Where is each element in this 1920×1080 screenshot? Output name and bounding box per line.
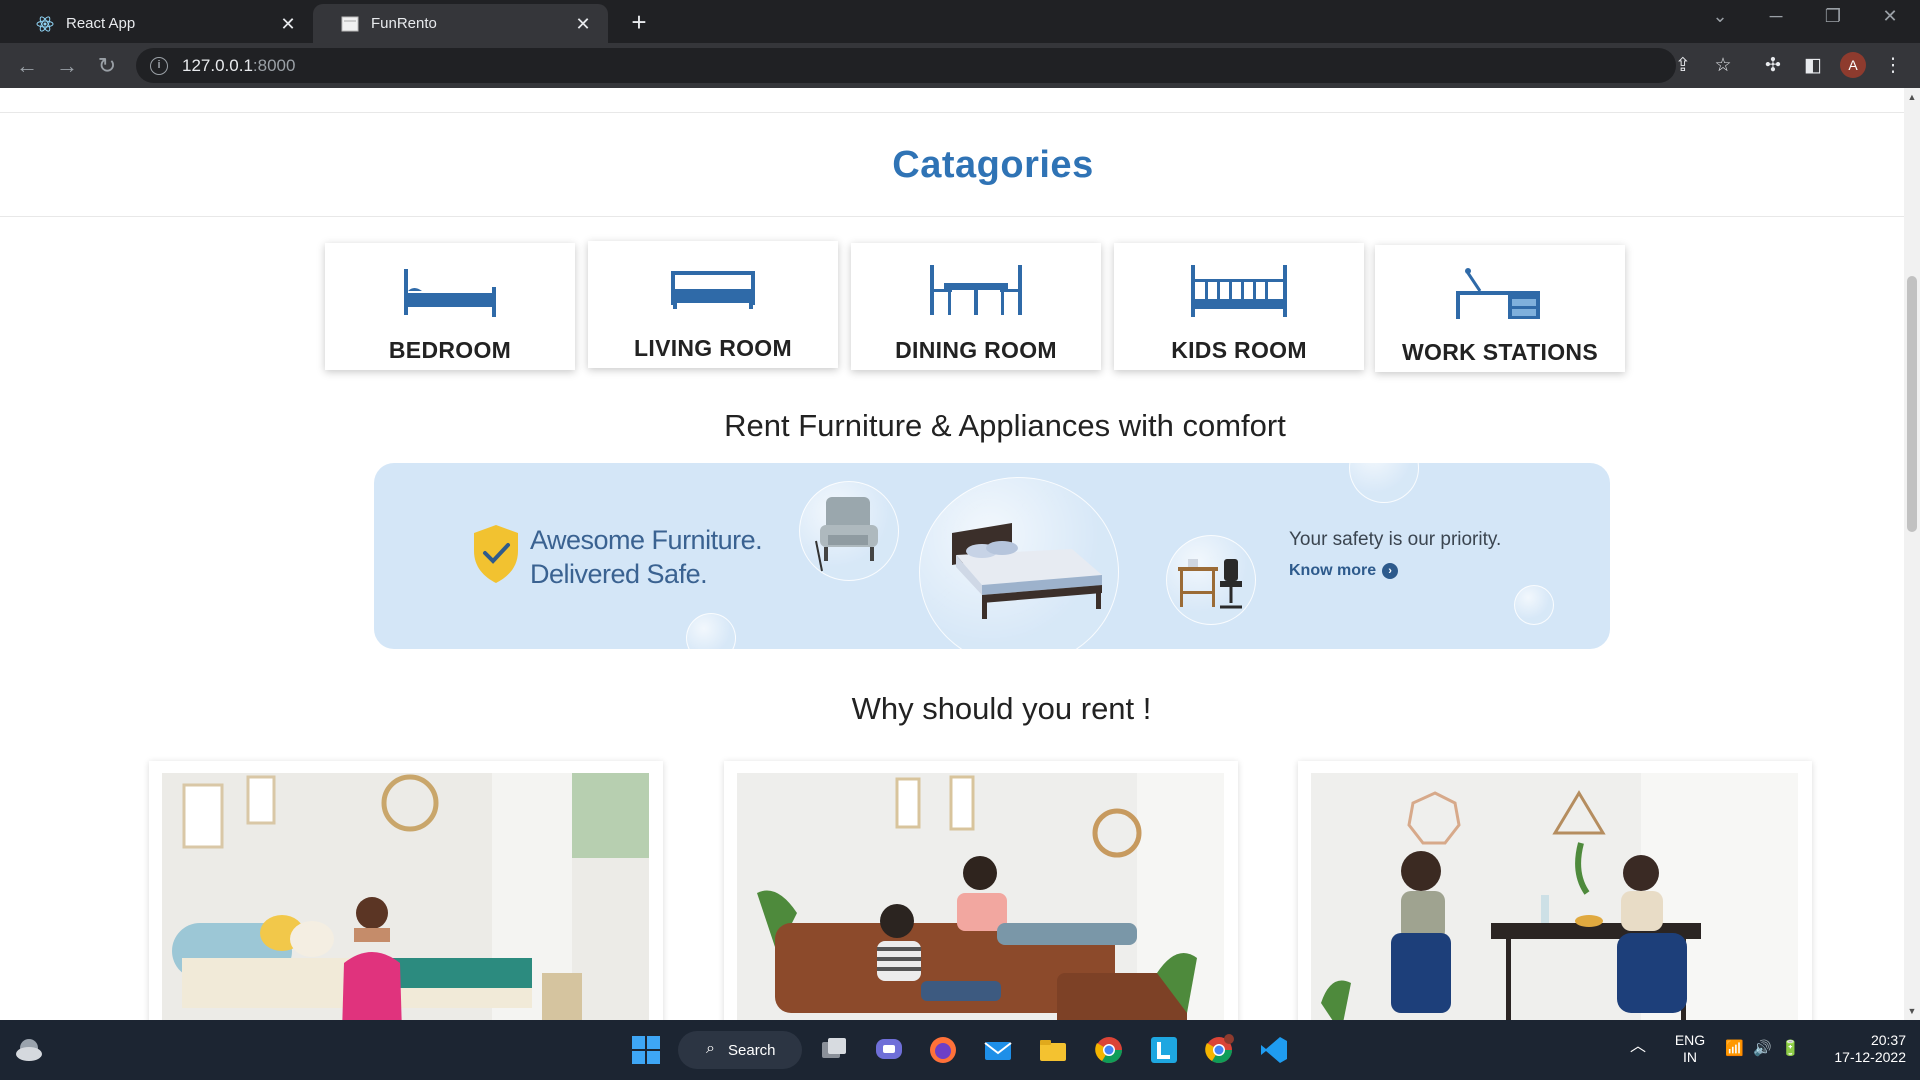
why-rent-title: Why should you rent ! bbox=[851, 691, 1152, 726]
safety-text: Your safety is our priority. bbox=[1289, 529, 1502, 550]
category-card-work-stations[interactable]: WORK STATIONS bbox=[1375, 245, 1625, 372]
promo-banner[interactable]: Awesome Furniture. Delivered Safe. Your … bbox=[374, 463, 1610, 649]
weather-cloud-icon[interactable] bbox=[14, 1036, 44, 1062]
categories-title: Catagories bbox=[892, 144, 1094, 186]
url-host: 127.0.0.1 bbox=[182, 55, 253, 75]
banner-headline-line2: Delivered Safe. bbox=[530, 559, 708, 589]
desk-lamp-icon bbox=[1456, 268, 1540, 319]
women-at-dining-table-image bbox=[1311, 773, 1798, 1020]
restore-button[interactable]: ❐ bbox=[1813, 6, 1853, 27]
wifi-icon[interactable]: 📶 bbox=[1725, 1040, 1744, 1057]
bed-icon bbox=[404, 269, 496, 317]
browser-toolbar: ← → ↻ i 127.0.0.1:8000 ⇪ ☆ ✣ ◧ A ⋮ bbox=[0, 43, 1920, 88]
page-viewport: Catagories BEDROOM LIVING ROOM DINING RO… bbox=[0, 88, 1904, 1020]
chevron-right-icon: › bbox=[1382, 563, 1399, 579]
divider bbox=[0, 112, 1904, 113]
chrome-profile-icon[interactable] bbox=[1203, 1034, 1235, 1066]
category-card-kids-room[interactable]: KIDS ROOM bbox=[1114, 243, 1364, 370]
forward-arrow-icon[interactable]: → bbox=[52, 51, 82, 81]
search-icon: ⌕ bbox=[706, 1040, 715, 1057]
category-label: BEDROOM bbox=[388, 337, 512, 363]
tab-react-app[interactable]: React App ✕ bbox=[8, 4, 313, 43]
share-icon[interactable]: ⇪ bbox=[1668, 51, 1698, 81]
tab-search-chevron-icon[interactable]: ⌄ bbox=[1700, 6, 1740, 27]
bubble-decoration bbox=[1514, 585, 1554, 625]
volume-icon[interactable]: 🔊 bbox=[1753, 1040, 1772, 1057]
scroll-up-arrow-icon[interactable]: ▲ bbox=[1904, 92, 1920, 102]
language-indicator[interactable]: ENG IN bbox=[1668, 1032, 1712, 1066]
new-tab-button[interactable]: + bbox=[624, 8, 654, 38]
language-line2: IN bbox=[1683, 1049, 1697, 1065]
letter-l-app-icon[interactable] bbox=[1148, 1034, 1180, 1066]
bed-image bbox=[952, 523, 1102, 619]
category-label: DINING ROOM bbox=[895, 337, 1057, 363]
reload-icon[interactable]: ↻ bbox=[92, 51, 122, 81]
close-window-button[interactable]: ✕ bbox=[1870, 6, 1910, 27]
teams-chat-icon[interactable] bbox=[873, 1034, 905, 1066]
react-logo-icon bbox=[36, 15, 54, 33]
category-card-dining-room[interactable]: DINING ROOM bbox=[851, 243, 1101, 370]
bubble-decoration bbox=[686, 613, 736, 649]
category-label: WORK STATIONS bbox=[1402, 339, 1598, 365]
tab-label: React App bbox=[66, 15, 136, 32]
clock[interactable]: 20:37 17-12-2022 bbox=[1820, 1032, 1906, 1066]
menu-kebab-icon[interactable]: ⋮ bbox=[1878, 51, 1908, 81]
taskbar-search-button[interactable]: ⌕ Search bbox=[678, 1031, 802, 1069]
file-explorer-icon[interactable] bbox=[1037, 1034, 1069, 1066]
armchair-image bbox=[815, 497, 878, 572]
desk-chair-image bbox=[1178, 559, 1242, 609]
category-card-living-room[interactable]: LIVING ROOM bbox=[588, 241, 838, 368]
clock-date: 17-12-2022 bbox=[1834, 1049, 1906, 1065]
close-tab-icon[interactable]: ✕ bbox=[574, 15, 592, 33]
dining-table-icon bbox=[930, 265, 1022, 315]
banner-headline-line1: Awesome Furniture. bbox=[530, 525, 763, 555]
extensions-puzzle-icon[interactable]: ✣ bbox=[1758, 51, 1788, 81]
page-favicon-icon bbox=[341, 15, 359, 33]
page-scrollbar[interactable]: ▲ ▼ bbox=[1904, 88, 1920, 1020]
url-port: :8000 bbox=[252, 55, 296, 75]
why-card[interactable] bbox=[1298, 761, 1812, 1020]
mail-icon[interactable] bbox=[982, 1034, 1014, 1066]
scroll-down-arrow-icon[interactable]: ▼ bbox=[1904, 1006, 1920, 1016]
chrome-icon[interactable] bbox=[1093, 1034, 1125, 1066]
close-tab-icon[interactable]: ✕ bbox=[279, 15, 297, 33]
address-bar[interactable]: i 127.0.0.1:8000 bbox=[136, 48, 1676, 83]
firefox-icon[interactable] bbox=[927, 1034, 959, 1066]
divider bbox=[0, 216, 1904, 217]
site-info-icon[interactable]: i bbox=[150, 56, 168, 75]
task-view-icon[interactable] bbox=[818, 1034, 850, 1066]
category-label: KIDS ROOM bbox=[1171, 337, 1307, 363]
windows-start-icon[interactable] bbox=[630, 1034, 662, 1066]
category-label: LIVING ROOM bbox=[634, 335, 792, 361]
know-more-label: Know more bbox=[1289, 562, 1377, 579]
windows-taskbar: ⌕ Search ︿ ENG IN 📶 🔊 🔋 20:37 17-12-2022 bbox=[0, 1020, 1920, 1080]
clock-time: 20:37 bbox=[1870, 1032, 1906, 1048]
profile-avatar[interactable]: A bbox=[1840, 52, 1866, 78]
browser-tab-strip: React App ✕ FunRento ✕ + ⌄ ─ ❐ ✕ bbox=[0, 0, 1920, 43]
bookmark-star-icon[interactable]: ☆ bbox=[1708, 51, 1738, 81]
tab-funrento[interactable]: FunRento ✕ bbox=[313, 4, 608, 43]
back-arrow-icon[interactable]: ← bbox=[12, 51, 42, 81]
men-gaming-on-sofa-image bbox=[737, 773, 1224, 1020]
know-more-link[interactable]: Know more › bbox=[1289, 562, 1399, 580]
taskbar-search-label: Search bbox=[728, 1041, 776, 1059]
tagline: Rent Furniture & Appliances with comfort bbox=[724, 408, 1286, 443]
banner-headline: Awesome Furniture. Delivered Safe. bbox=[530, 523, 763, 591]
minimize-button[interactable]: ─ bbox=[1756, 6, 1796, 27]
shield-check-icon bbox=[474, 525, 518, 583]
woman-meditating-bedroom-image bbox=[162, 773, 649, 1020]
side-panel-icon[interactable]: ◧ bbox=[1798, 51, 1828, 81]
sofa-icon bbox=[671, 271, 755, 309]
scrollbar-thumb[interactable] bbox=[1907, 276, 1917, 532]
battery-icon[interactable]: 🔋 bbox=[1781, 1040, 1800, 1057]
why-card[interactable] bbox=[724, 761, 1238, 1020]
crib-icon bbox=[1191, 265, 1287, 317]
language-line1: ENG bbox=[1674, 1032, 1706, 1048]
tab-label: FunRento bbox=[371, 15, 437, 32]
bubble-decoration bbox=[1349, 463, 1419, 503]
why-card[interactable] bbox=[149, 761, 663, 1020]
vscode-icon[interactable] bbox=[1258, 1034, 1290, 1066]
category-card-bedroom[interactable]: BEDROOM bbox=[325, 243, 575, 370]
show-hidden-icons-chevron-icon[interactable]: ︿ bbox=[1630, 1038, 1646, 1055]
